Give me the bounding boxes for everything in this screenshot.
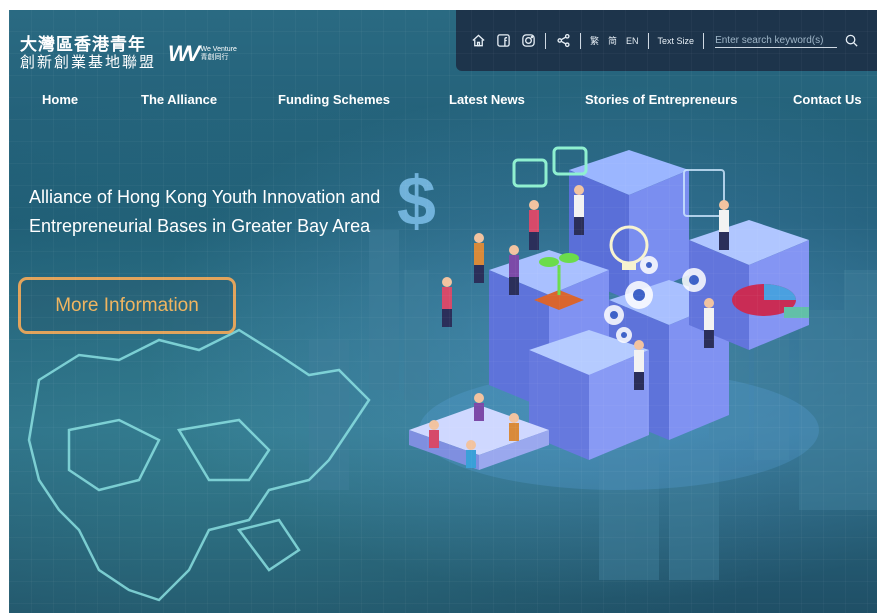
nav-contact-us[interactable]: Contact Us	[793, 92, 862, 107]
text-size-control[interactable]: Text Size	[658, 36, 695, 46]
we-venture-caption: We Venture 青創同行	[200, 46, 236, 61]
util-divider	[703, 32, 705, 49]
lang-traditional-chinese[interactable]: 繁	[590, 34, 599, 47]
util-divider	[545, 32, 546, 49]
we-venture-mark: WV	[168, 40, 201, 66]
utility-bar: 繁 简 EN Text Size	[456, 10, 877, 71]
nav-latest-news[interactable]: Latest News	[449, 92, 525, 107]
util-divider	[580, 32, 581, 49]
lang-english[interactable]: EN	[626, 36, 639, 46]
search-area	[715, 33, 859, 49]
util-divider	[647, 32, 649, 49]
share-icon[interactable]	[555, 33, 571, 49]
home-icon[interactable]	[470, 33, 486, 49]
logo-text: 大灣區香港青年 創新創業基地聯盟	[20, 35, 157, 71]
nav-stories-of-entrepreneurs[interactable]: Stories of Entrepreneurs	[585, 92, 737, 107]
more-information-button[interactable]: More Information	[18, 277, 236, 334]
nav-home[interactable]: Home	[42, 92, 78, 107]
nav-funding-schemes[interactable]: Funding Schemes	[278, 92, 390, 107]
we-venture-caption-en: We Venture	[200, 45, 237, 53]
hero-title-line2: Entrepreneurial Bases in Greater Bay Are…	[29, 216, 371, 236]
site-logo[interactable]: 大灣區香港青年 創新創業基地聯盟 WV We Venture 青創同行	[20, 35, 237, 71]
hero-title-line1: Alliance of Hong Kong Youth Innovation a…	[29, 187, 381, 207]
page-frame: $ 大灣區香港青年 創新創業基地聯盟 WV We Venture 青創同行 繁 …	[9, 10, 877, 613]
facebook-icon[interactable]	[495, 33, 511, 49]
we-venture-logo: WV We Venture 青創同行	[168, 41, 237, 67]
map-outline	[27, 328, 371, 602]
hero-title: Alliance of Hong Kong Youth Innovation a…	[29, 183, 439, 241]
nav-the-alliance[interactable]: The Alliance	[141, 92, 217, 107]
search-input[interactable]	[715, 33, 838, 48]
logo-title-line1: 大灣區香港青年	[20, 35, 146, 54]
search-icon[interactable]	[843, 33, 859, 49]
lang-simplified-chinese[interactable]: 简	[608, 34, 617, 47]
logo-title-line2: 創新創業基地聯盟	[20, 53, 157, 71]
main-nav: Home The Alliance Funding Schemes Latest…	[9, 92, 877, 114]
instagram-icon[interactable]	[520, 33, 536, 49]
we-venture-caption-zh: 青創同行	[200, 53, 229, 61]
